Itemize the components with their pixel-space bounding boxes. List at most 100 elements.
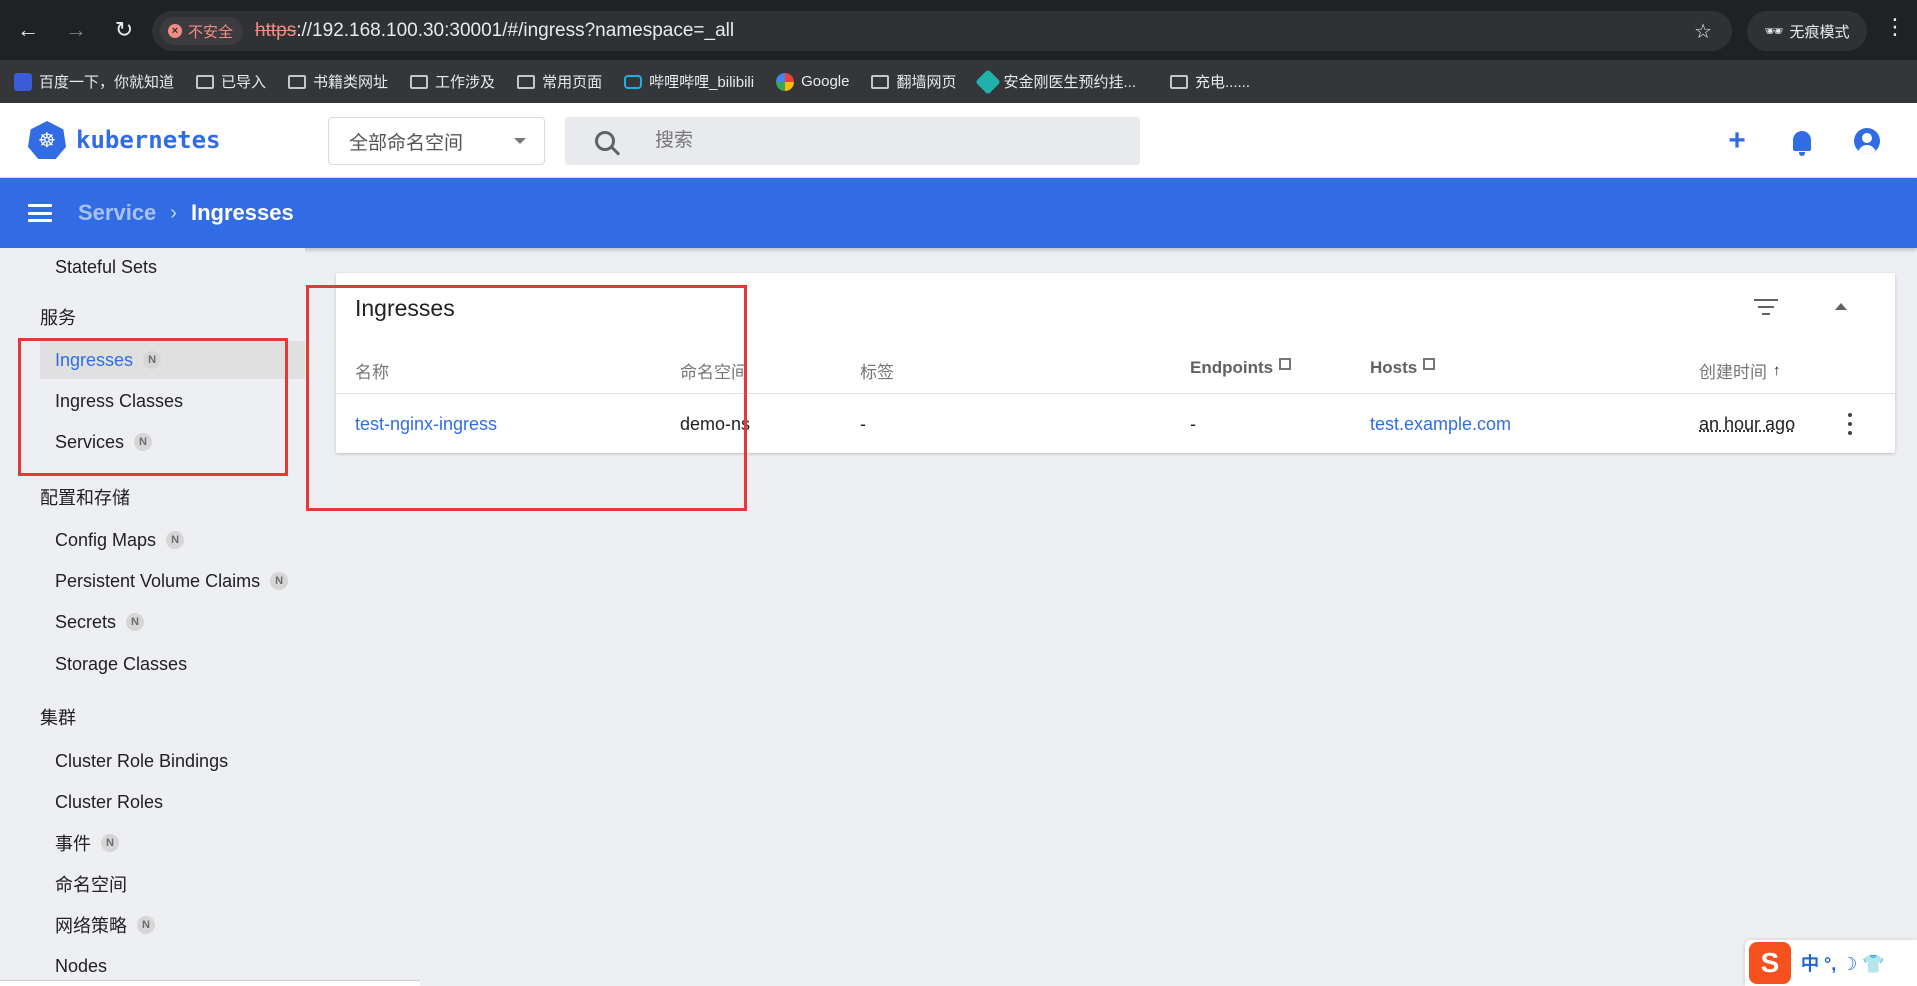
ingress-host-link[interactable]: test.example.com — [1370, 414, 1511, 435]
sidebar-section-service: 服务 — [40, 308, 76, 328]
browser-menu-icon[interactable]: ⋮ — [1880, 14, 1910, 40]
collapse-arrow-icon[interactable] — [1835, 303, 1847, 310]
kubernetes-logo[interactable]: ☸ kubernetes — [28, 121, 221, 159]
app-header: ☸ kubernetes 全部命名空间 + — [0, 103, 1917, 178]
incognito-label: 无痕模式 — [1789, 23, 1850, 41]
column-header-namespace[interactable]: 命名空间 — [680, 358, 748, 383]
bookmark-item[interactable]: Google — [776, 72, 849, 91]
sort-arrow-up-icon: ↑ — [1773, 362, 1781, 379]
sidebar-item-config-maps[interactable]: Config Maps N — [40, 521, 305, 559]
ingress-labels: - — [860, 414, 866, 434]
reload-icon[interactable]: ↻ — [104, 10, 144, 50]
bilibili-icon — [624, 74, 643, 89]
forward-arrow-icon[interactable]: → — [56, 10, 96, 50]
create-plus-icon[interactable]: + — [1723, 124, 1751, 157]
namespaced-badge: N — [134, 433, 153, 451]
external-link-icon — [1279, 358, 1292, 370]
namespaced-badge: N — [143, 351, 162, 369]
breadcrumb-parent[interactable]: Service — [78, 200, 156, 226]
address-bar[interactable]: × 不安全 https://192.168.100.30:30001/#/ing… — [152, 11, 1732, 51]
ime-status: 中 °, ☽ 👕 — [1801, 954, 1885, 974]
search-icon — [595, 131, 615, 151]
bookmark-item[interactable]: 哔哩哔哩_bilibili — [624, 71, 754, 92]
bookmark-item[interactable]: 翻墙网页 — [871, 71, 957, 92]
sidebar-item-services[interactable]: Services N — [40, 423, 305, 461]
sidebar-item-ingresses[interactable]: Ingresses N — [40, 341, 305, 379]
bookmarks-bar: 百度一下，你就知道 已导入 书籍类网址 工作涉及 常用页面 哔哩哔哩_bilib… — [0, 60, 1917, 103]
bookmark-item[interactable]: 已导入 — [196, 71, 266, 92]
bookmark-item[interactable]: 常用页面 — [517, 71, 602, 92]
bookmark-item[interactable]: 充电...... — [1170, 71, 1250, 92]
folder-icon — [288, 74, 307, 89]
sidebar-item-cluster-role-bindings[interactable]: Cluster Role Bindings — [40, 742, 305, 780]
ime-toolbar[interactable]: S 中 °, ☽ 👕 — [1745, 940, 1917, 986]
menu-hamburger-icon[interactable] — [28, 204, 52, 222]
row-actions-kebab-icon[interactable] — [1848, 413, 1854, 435]
browser-toolbar: ← → ↻ × 不安全 https://192.168.100.30:30001… — [0, 0, 1917, 60]
sidebar-item-pvc[interactable]: Persistent Volume Claims N — [40, 562, 305, 600]
namespaced-badge: N — [126, 613, 145, 631]
ingress-endpoints: - — [1190, 414, 1196, 434]
search-input[interactable] — [655, 130, 1055, 152]
logo-text: kubernetes — [76, 126, 221, 154]
folder-icon — [196, 74, 215, 89]
namespace-select-value: 全部命名空间 — [349, 132, 464, 154]
url-text[interactable]: https://192.168.100.30:30001/#/ingress?n… — [255, 20, 734, 42]
search-box — [565, 117, 1140, 165]
column-header-endpoints: Endpoints — [1190, 358, 1292, 378]
google-icon — [776, 72, 795, 91]
external-link-icon — [1423, 358, 1436, 370]
namespaced-badge: N — [270, 572, 289, 590]
sidebar-item-secrets[interactable]: Secrets N — [40, 603, 305, 641]
sidebar-item-cluster-roles[interactable]: Cluster Roles — [40, 783, 305, 821]
card-title: Ingresses — [355, 295, 455, 321]
account-icon[interactable] — [1853, 127, 1881, 155]
chevron-right-icon: › — [170, 201, 177, 224]
security-chip[interactable]: × 不安全 — [160, 17, 244, 45]
sogou-logo-icon: S — [1749, 942, 1791, 984]
sidebar-item-namespaces[interactable]: 命名空间 — [40, 865, 305, 903]
sidebar-item-network-policies[interactable]: 网络策略 N — [40, 906, 305, 944]
column-header-created[interactable]: 创建时间 ↑ — [1699, 358, 1781, 383]
folder-icon — [1170, 74, 1189, 89]
back-arrow-icon[interactable]: ← — [8, 10, 48, 50]
helm-wheel-icon: ☸ — [28, 121, 66, 159]
warning-icon: × — [168, 24, 182, 38]
namespaced-badge: N — [101, 834, 119, 852]
bookmark-item[interactable]: 工作涉及 — [410, 71, 495, 92]
bookmark-item[interactable]: 安金刚医生预约挂... — [974, 68, 1136, 95]
folder-icon — [517, 74, 536, 89]
column-header-name[interactable]: 名称 — [355, 358, 389, 383]
namespaced-badge: N — [137, 916, 155, 934]
ingress-created: an hour ago — [1699, 414, 1796, 434]
bookmark-item[interactable]: 书籍类网址 — [288, 71, 388, 92]
sidebar-item-storage-classes[interactable]: Storage Classes — [40, 645, 305, 683]
security-label: 不安全 — [188, 23, 234, 41]
sidebar-item-stateful-sets[interactable]: Stateful Sets — [40, 248, 305, 286]
sidebar-section-cluster: 集群 — [40, 708, 76, 728]
sidebar-item-events[interactable]: 事件 N — [40, 824, 305, 862]
ingress-name-link[interactable]: test-nginx-ingress — [355, 414, 497, 435]
medical-icon — [974, 68, 1001, 95]
column-header-hosts: Hosts — [1370, 358, 1436, 378]
incognito-button[interactable]: 🕶 无痕模式 — [1747, 11, 1867, 51]
filter-icon[interactable] — [1754, 299, 1778, 315]
ingress-namespace: demo-ns — [680, 414, 751, 434]
sidebar-item-ingress-classes[interactable]: Ingress Classes — [40, 382, 305, 420]
namespace-select[interactable]: 全部命名空间 — [328, 117, 545, 165]
column-header-labels: 标签 — [860, 363, 894, 382]
breadcrumb-current: Ingresses — [190, 200, 294, 225]
header-divider — [336, 393, 1895, 394]
sidebar-section-config: 配置和存储 — [40, 488, 130, 508]
baidu-icon — [14, 72, 32, 91]
sidebar: Stateful Sets 服务 Ingresses N Ingress Clas… — [0, 248, 305, 986]
notifications-bell-icon[interactable] — [1788, 127, 1816, 156]
bookmark-star-icon[interactable]: ☆ — [1694, 19, 1712, 44]
bookmark-item[interactable]: 百度一下，你就知道 — [14, 71, 174, 92]
chevron-down-icon — [514, 138, 526, 144]
page-toolbar: Service › Ingresses — [0, 178, 1917, 248]
folder-icon — [871, 74, 890, 89]
bottom-strip — [0, 980, 420, 986]
ingresses-card: Ingresses 名称 命名空间 标签 Endpoints Hosts 创建时… — [336, 273, 1895, 453]
folder-icon — [410, 74, 429, 89]
